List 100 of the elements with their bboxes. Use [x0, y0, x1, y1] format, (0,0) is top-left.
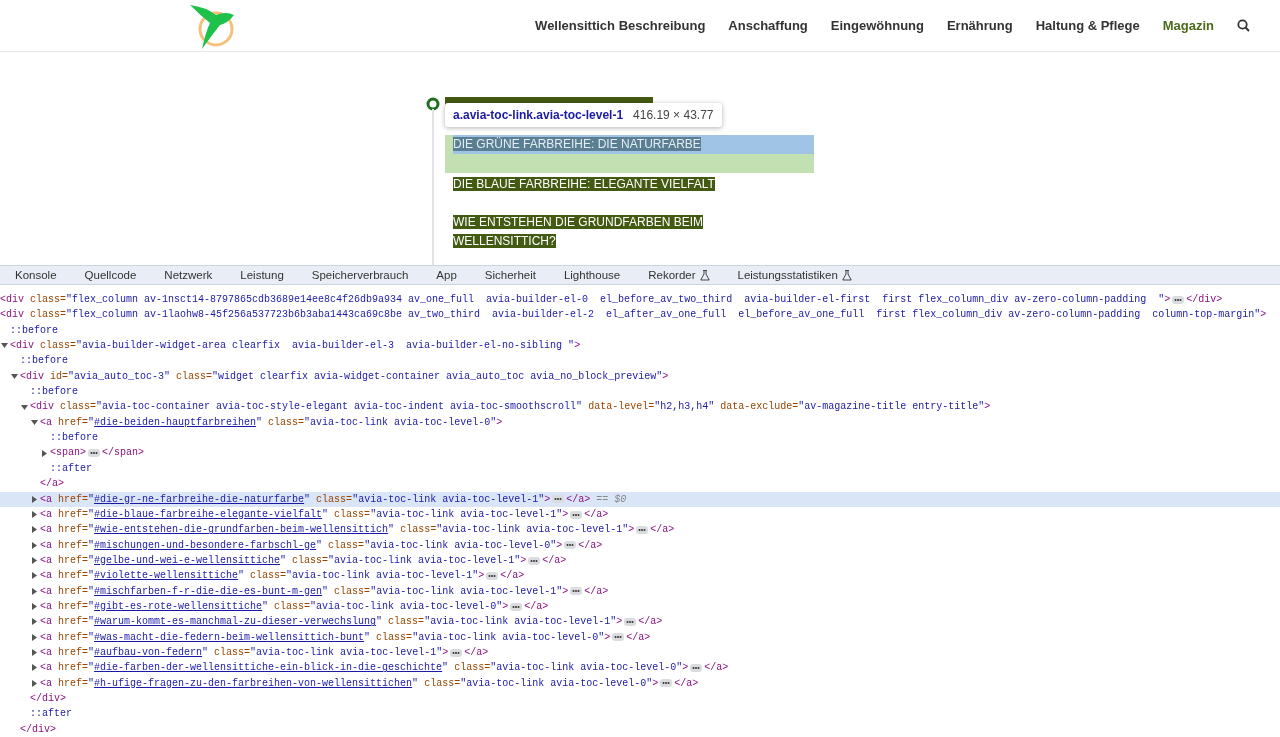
ellipsis-badge-icon[interactable] — [636, 525, 649, 534]
selected-row[interactable]: <a href="#die-gr-ne-farbreihe-die-naturfarbe" class="avia-toc-link avia-toc-level-1"> </a> == $0 — [0, 491, 1280, 507]
nav-link[interactable]: Anschaffung — [728, 18, 808, 33]
tag-name: </a> — [40, 477, 64, 492]
attribute-value: "flex_column av-1laohw8-45f256a537723b6b3aba1443ca69c8be av_two_third avia-builder-el-2 el_after_av_one_full el_before_av_one_full first flex_column_div av-zero-column-padding column-top-margin" — [66, 308, 1261, 323]
href-link[interactable]: #gibt-es-rote-wellensittiche — [94, 598, 263, 615]
ellipsis-badge-icon[interactable] — [528, 556, 541, 565]
nav-link[interactable]: Magazin — [1162, 18, 1214, 33]
attribute-value: " — [88, 615, 95, 630]
tag-name: > — [562, 507, 569, 522]
ellipsis-badge-icon[interactable] — [552, 495, 565, 504]
ellipsis-badge-icon[interactable] — [510, 602, 523, 611]
attribute-name: href= — [57, 630, 89, 645]
tag-name: <div — [10, 339, 34, 354]
attribute-name: href= — [57, 584, 89, 599]
nav-link[interactable]: Wellensittich Beschreibung — [535, 18, 706, 33]
devtools-tab[interactable]: Leistung — [240, 269, 284, 281]
expand-arrow-icon[interactable] — [31, 618, 38, 626]
tag-name: > — [442, 645, 449, 660]
attribute-name: href= — [57, 553, 89, 568]
collapse-arrow-icon[interactable] — [11, 372, 18, 380]
expand-arrow-icon[interactable] — [31, 679, 38, 687]
expand-arrow-icon[interactable] — [31, 572, 38, 580]
expand-arrow-icon[interactable] — [41, 449, 48, 457]
devtools-tab[interactable]: App — [436, 269, 457, 281]
collapse-arrow-icon[interactable] — [31, 418, 38, 426]
collapse-arrow-icon[interactable] — [21, 403, 28, 411]
href-link[interactable]: #h-ufige-fragen-zu-den-farbreihen-von-wellensittichen — [94, 675, 413, 691]
tag-name: > — [616, 615, 623, 630]
href-link[interactable]: #die-farben-der-wellensittiche-ein-blick-in-die-geschichte — [94, 660, 443, 676]
attribute-value: " — [388, 523, 395, 538]
expand-arrow-icon[interactable] — [31, 495, 38, 503]
tag-name: <a — [40, 523, 52, 538]
ellipsis-badge-icon[interactable] — [612, 633, 625, 642]
toc-link[interactable]: DIE GRÜNE FARBREIHE: DIE NATURFARBE — [453, 135, 701, 154]
devtools-tab[interactable]: Quellcode — [84, 269, 137, 281]
search-icon[interactable] — [1237, 19, 1250, 32]
ellipsis-badge-icon[interactable] — [660, 679, 673, 688]
ellipsis-badge-icon[interactable] — [88, 449, 100, 458]
href-link[interactable]: #die-blaue-farbreihe-elegante-vielfalt — [94, 506, 323, 523]
attribute-name: href= — [57, 599, 89, 614]
attribute-name: data-exclude= — [719, 400, 799, 415]
expand-arrow-icon[interactable] — [31, 664, 38, 672]
nav-link[interactable]: Haltung & Pflege — [1035, 18, 1140, 33]
ellipsis-badge-icon[interactable] — [450, 648, 463, 657]
ellipsis-badge-icon[interactable] — [690, 663, 703, 672]
tag-name: > — [628, 523, 635, 538]
attribute-name: class= — [291, 553, 329, 568]
devtools-tab[interactable]: Speicherverbrauch — [311, 269, 409, 281]
devtools-tab[interactable]: Rekorder — [648, 269, 710, 281]
attribute-name: href= — [57, 615, 89, 630]
href-link[interactable]: #violette-wellensittiche — [94, 568, 239, 584]
href-link[interactable]: #was-macht-die-federn-beim-wellensittich-bunt — [94, 629, 365, 645]
devtools-tab[interactable]: Netzwerk — [164, 269, 213, 281]
href-link[interactable]: #mischungen-und-besondere-farbschl-ge — [94, 537, 317, 553]
href-link[interactable]: #die-gr-ne-farbreihe-die-naturfarbe — [94, 491, 305, 507]
devtools-tab[interactable]: Konsole — [15, 269, 57, 281]
expand-arrow-icon[interactable] — [31, 541, 38, 549]
href-link[interactable]: #warum-kommt-es-manchmal-zu-dieser-verwechslung — [94, 614, 377, 630]
pseudo-element: ::before — [20, 354, 68, 369]
tag-name: </a> — [566, 492, 591, 507]
attribute-name: href= — [57, 645, 89, 660]
tag-name: </a> — [542, 553, 567, 568]
href-link[interactable]: #aufbau-von-federn — [94, 644, 203, 661]
ellipsis-badge-icon[interactable] — [570, 587, 583, 596]
expand-arrow-icon[interactable] — [31, 587, 38, 595]
href-link[interactable]: #wie-entstehen-die-grundfarben-beim-wellensittich — [94, 522, 389, 538]
devtools-tab[interactable]: Lighthouse — [563, 269, 621, 281]
attribute-name: class= — [333, 507, 371, 522]
attribute-value: " — [376, 615, 383, 630]
devtools-tab[interactable]: Leistungsstatistiken — [737, 269, 852, 281]
expand-arrow-icon[interactable] — [31, 511, 38, 518]
href-link[interactable]: #gelbe-und-wei-e-wellensittiche — [94, 552, 281, 569]
ellipsis-badge-icon[interactable] — [1172, 295, 1185, 304]
attribute-name: class= — [375, 630, 413, 645]
attribute-name: href= — [57, 676, 89, 691]
toc-link[interactable]: DIE BLAUE FARBREIHE: ELEGANTE VIELFALT — [453, 175, 715, 194]
attribute-name: id= — [49, 369, 69, 384]
attribute-value: " — [316, 538, 323, 553]
tag-name: > — [1260, 308, 1267, 323]
href-link[interactable]: #mischfarben-f-r-die-die-es-bunt-m-gen — [94, 583, 323, 599]
nav-link[interactable]: Ernährung — [946, 18, 1013, 33]
expand-arrow-icon[interactable] — [31, 633, 38, 641]
expand-arrow-icon[interactable] — [31, 526, 38, 534]
attribute-name: class= — [333, 584, 371, 599]
ellipsis-badge-icon[interactable] — [564, 541, 577, 550]
expand-arrow-icon[interactable] — [31, 603, 38, 611]
devtools-tab[interactable]: Sicherheit — [484, 269, 536, 281]
expand-arrow-icon[interactable] — [31, 649, 38, 657]
attribute-value: "avia-toc-link avia-toc-level-1" — [370, 507, 563, 522]
nav-link[interactable]: Eingewöhnung — [830, 18, 924, 33]
collapse-arrow-icon[interactable] — [1, 342, 8, 350]
ellipsis-badge-icon[interactable] — [486, 571, 499, 580]
pseudo-element: ::before — [30, 385, 78, 400]
attribute-value: "avia-toc-link avia-toc-level-0" — [460, 676, 653, 691]
ellipsis-badge-icon[interactable] — [570, 510, 583, 519]
href-link[interactable]: #die-beiden-hauptfarbreihen — [94, 414, 257, 431]
ellipsis-badge-icon[interactable] — [624, 617, 637, 626]
attribute-value: " — [88, 630, 95, 645]
expand-arrow-icon[interactable] — [31, 557, 38, 565]
